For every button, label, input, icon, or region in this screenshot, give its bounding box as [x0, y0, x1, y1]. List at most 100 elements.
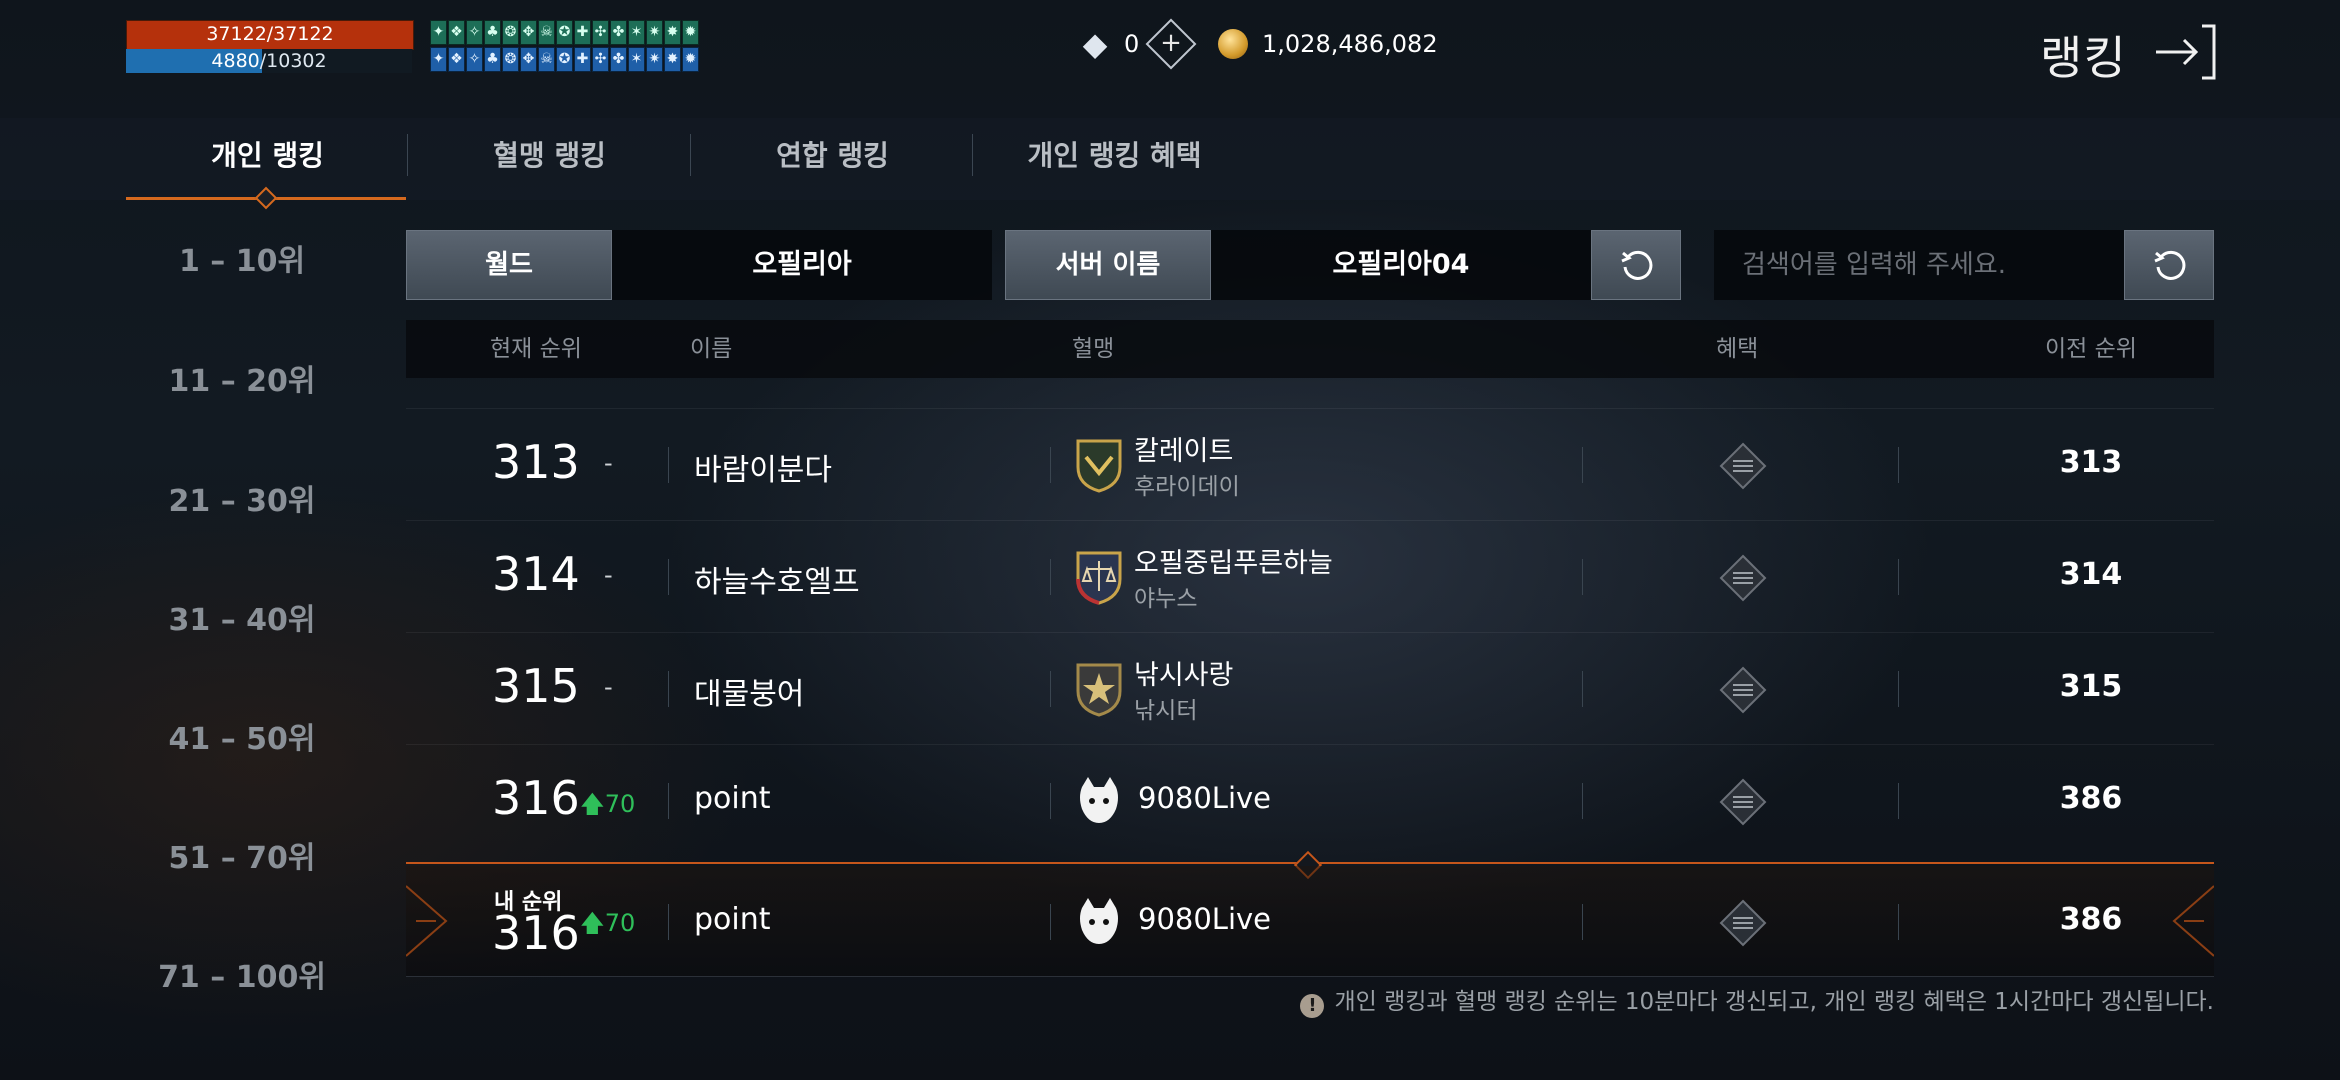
- buff-icon[interactable]: ✸: [664, 47, 681, 72]
- range-11-20[interactable]: 11 – 20위: [130, 356, 354, 400]
- rank-change: -: [604, 561, 613, 589]
- plus-icon: +: [1160, 28, 1183, 58]
- range-1-10[interactable]: 1 – 10위: [130, 236, 354, 280]
- range-31-40[interactable]: 31 – 40위: [130, 595, 354, 639]
- table-row[interactable]: 316 🡅70 point 9080Live 386: [406, 744, 2214, 857]
- server-refresh-button[interactable]: [1591, 230, 1681, 300]
- tab-personal-ranking-benefit[interactable]: 개인 랭킹 혜택: [973, 134, 1256, 184]
- column-divider: [668, 447, 669, 483]
- buff-icon[interactable]: ♣: [484, 20, 501, 45]
- table-row[interactable]: 313 - 바람이분다 칼레이트 후라이데이 313: [406, 408, 2214, 521]
- hp-text: 37122/37122: [206, 23, 334, 45]
- range-71-100[interactable]: 71 – 100위: [130, 952, 354, 996]
- rank-up-indicator: 🡅70: [580, 787, 635, 828]
- buff-icon[interactable]: ✪: [556, 20, 573, 45]
- server-filter-label[interactable]: 서버 이름: [1005, 230, 1211, 300]
- benefit-icon[interactable]: [1718, 441, 1768, 491]
- column-divider: [668, 559, 669, 595]
- header-clan: 혈맹: [1072, 336, 1115, 362]
- buff-icon[interactable]: ✤: [610, 20, 627, 45]
- search-input[interactable]: [1714, 230, 2124, 300]
- buff-icon[interactable]: ✷: [646, 20, 663, 45]
- clan-name: 9080Live: [1138, 781, 1272, 815]
- world-filter-label[interactable]: 월드: [406, 230, 612, 300]
- rank-number: 313: [492, 435, 580, 489]
- buff-icon[interactable]: ✦: [430, 47, 447, 72]
- tab-clan-ranking[interactable]: 혈맹 랭킹: [408, 134, 691, 184]
- buff-icon[interactable]: ✶: [628, 20, 645, 45]
- header-benefit: 혜택: [1716, 336, 1759, 362]
- buff-icon[interactable]: ✦: [430, 20, 447, 45]
- column-divider: [1898, 783, 1899, 819]
- tab-personal-ranking[interactable]: 개인 랭킹: [126, 134, 409, 184]
- benefit-icon[interactable]: [1718, 898, 1768, 948]
- column-divider: [668, 904, 669, 940]
- buff-icon[interactable]: ✚: [574, 20, 591, 45]
- arrow-up-icon: 🡅: [580, 790, 605, 818]
- my-rank-row[interactable]: 내 순위 316 🡅70 point 9080Live 386: [406, 866, 2214, 977]
- refresh-icon: [2154, 250, 2186, 280]
- cat-emblem-icon: [1080, 898, 1118, 944]
- column-divider: [1582, 904, 1583, 940]
- buff-icon[interactable]: ✸: [664, 20, 681, 45]
- buff-icon[interactable]: ✷: [646, 47, 663, 72]
- gold-coin-icon: [1218, 29, 1248, 59]
- my-rank-number: 316: [492, 906, 580, 960]
- buff-icon[interactable]: ☠: [538, 20, 555, 45]
- rank-number: 314: [492, 547, 580, 601]
- previous-rank: 315: [2059, 669, 2123, 704]
- clan-emblem-icon: [1076, 551, 1122, 605]
- buff-icon[interactable]: ✹: [682, 20, 699, 45]
- table-row[interactable]: 314 - 하늘수호엘프 오필중립푸른하늘 야누스 314: [406, 520, 2214, 633]
- column-divider: [1582, 559, 1583, 595]
- buff-icon[interactable]: ☠: [538, 47, 555, 72]
- refresh-icon: [1621, 250, 1653, 280]
- previous-rank: 314: [2059, 557, 2123, 592]
- buff-icon[interactable]: ❖: [448, 47, 465, 72]
- buff-icon[interactable]: ❂: [502, 20, 519, 45]
- column-divider: [668, 671, 669, 707]
- mp-text: 4880/10302: [126, 49, 412, 73]
- range-51-70[interactable]: 51 – 70위: [130, 833, 354, 877]
- player-name: 대물붕어: [694, 677, 805, 712]
- buff-icon[interactable]: ✧: [466, 20, 483, 45]
- mp-current: 4880: [211, 50, 260, 72]
- range-41-50[interactable]: 41 – 50위: [130, 714, 354, 758]
- clan-name: 낚시사랑: [1134, 660, 1234, 691]
- search-button[interactable]: [2124, 230, 2214, 300]
- benefit-icon[interactable]: [1718, 777, 1768, 827]
- player-name: 바람이분다: [694, 453, 832, 488]
- world-filter-value[interactable]: 오필리아: [612, 230, 992, 300]
- diamond-amount: 0: [1124, 30, 1140, 58]
- add-diamond-button[interactable]: +: [1145, 18, 1197, 70]
- buff-icon[interactable]: ✣: [592, 20, 609, 45]
- rank-up-amount: 70: [604, 790, 636, 818]
- table-row[interactable]: 315 - 대물붕어 낚시사랑 낚시터 315: [406, 632, 2214, 745]
- buff-icon[interactable]: ✪: [556, 47, 573, 72]
- buff-icon[interactable]: ✥: [520, 47, 537, 72]
- previous-rank: 313: [2059, 445, 2123, 480]
- buff-icon[interactable]: ✣: [592, 47, 609, 72]
- benefit-icon[interactable]: [1718, 553, 1768, 603]
- buff-icon[interactable]: ♣: [484, 47, 501, 72]
- buff-icon[interactable]: ✶: [628, 47, 645, 72]
- alliance-name: 야누스: [1134, 586, 1198, 612]
- buff-icon[interactable]: ✹: [682, 47, 699, 72]
- buff-icon[interactable]: ✤: [610, 47, 627, 72]
- column-divider: [1582, 447, 1583, 483]
- gold-currency: 1,028,486,082: [1218, 22, 1438, 66]
- exit-button[interactable]: [2152, 20, 2218, 84]
- server-filter-value[interactable]: 오필리아04: [1211, 230, 1591, 300]
- player-name: point: [694, 781, 771, 816]
- benefit-icon[interactable]: [1718, 665, 1768, 715]
- buff-icon[interactable]: ❂: [502, 47, 519, 72]
- range-21-30[interactable]: 21 – 30위: [130, 476, 354, 520]
- buff-icon[interactable]: ❖: [448, 20, 465, 45]
- buff-panel[interactable]: ✦ ❖ ✧ ♣ ❂ ✥ ☠ ✪ ✚ ✣ ✤ ✶ ✷ ✸ ✹ ✦ ❖ ✧ ♣ ❂ ✥ ☠ ✪ ✚ ✣ ✤ ✶ ✷ ✸ ✹: [430, 20, 702, 72]
- previous-rank: 386: [2059, 781, 2123, 816]
- buff-icon[interactable]: ✥: [520, 20, 537, 45]
- buff-icon[interactable]: ✚: [574, 47, 591, 72]
- buff-icon[interactable]: ✧: [466, 47, 483, 72]
- table-header: 현재 순위 이름 혈맹 혜택 이전 순위: [406, 320, 2214, 378]
- tab-alliance-ranking[interactable]: 연합 랭킹: [691, 134, 974, 184]
